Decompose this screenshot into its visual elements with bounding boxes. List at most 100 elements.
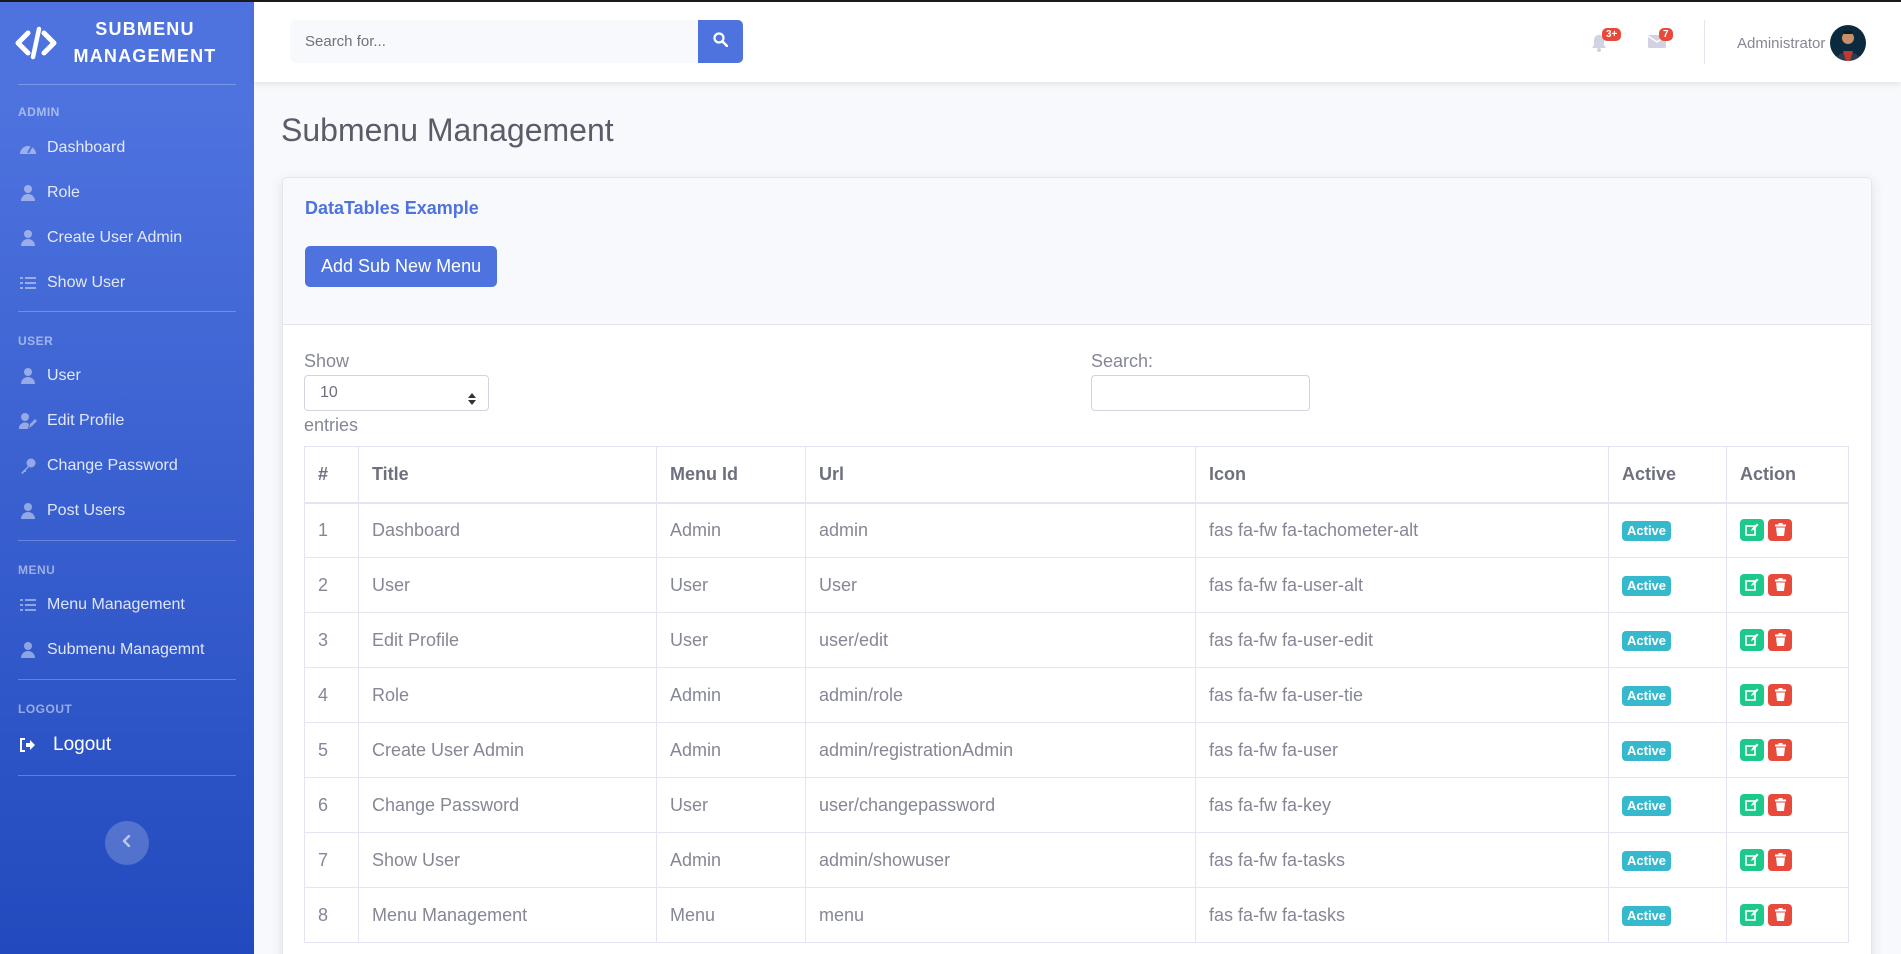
cell-icon-class: fas fa-fw fa-user (1195, 722, 1609, 778)
messages-count-badge: 7 (1659, 28, 1673, 41)
sidebar-divider (18, 84, 236, 85)
user-name[interactable]: Administrator (1737, 35, 1825, 52)
edit-button[interactable] (1740, 794, 1764, 817)
bell-icon (1591, 35, 1607, 56)
column-header-action[interactable]: Action (1726, 446, 1849, 504)
cell-active: Active (1608, 722, 1727, 778)
sidebar-brand[interactable]: SUBMENU MANAGEMENT (0, 2, 254, 84)
table-row: 1 Dashboard Admin admin fas fa-fw fa-tachome… (304, 502, 1849, 558)
cell-action (1726, 777, 1849, 833)
add-submenu-button[interactable]: Add Sub New Menu (305, 246, 498, 287)
sidebar-item-role[interactable]: Role (0, 170, 254, 215)
card-header: DataTables Example Add Sub New Menu (283, 178, 1871, 325)
cell-menu-id: User (656, 557, 806, 613)
column-header-active[interactable]: Active (1608, 446, 1727, 504)
column-header-url[interactable]: Url (805, 446, 1196, 504)
edit-button[interactable] (1740, 684, 1764, 707)
sidebar-item-edit-profile[interactable]: Edit Profile (0, 398, 254, 443)
delete-button[interactable] (1768, 629, 1792, 652)
brand-line-2: MANAGEMENT (73, 46, 217, 66)
sidebar-item-change-password[interactable]: Change Password (0, 443, 254, 488)
cell-url: admin/registrationAdmin (805, 722, 1196, 778)
user-edit-icon (19, 412, 37, 430)
delete-button[interactable] (1768, 794, 1792, 817)
column-header-icon[interactable]: Icon (1195, 446, 1609, 504)
edit-button[interactable] (1740, 574, 1764, 597)
sidebar-item-submenu-management[interactable]: Submenu Managemnt (0, 627, 254, 672)
delete-button[interactable] (1768, 849, 1792, 872)
sidebar-divider (18, 311, 236, 312)
status-badge: Active (1622, 521, 1672, 542)
cell-number: 6 (304, 777, 359, 833)
edit-icon (1745, 575, 1759, 596)
user-icon (19, 641, 37, 659)
column-header-number[interactable]: # (304, 446, 359, 504)
delete-button[interactable] (1768, 684, 1792, 707)
cell-title: Change Password (358, 777, 657, 833)
delete-button[interactable] (1768, 519, 1792, 542)
column-header-menu-id[interactable]: Menu Id (656, 446, 806, 504)
edit-button[interactable] (1740, 519, 1764, 542)
delete-button[interactable] (1768, 574, 1792, 597)
cell-title: Show User (358, 832, 657, 888)
cell-action (1726, 557, 1849, 613)
delete-button[interactable] (1768, 904, 1792, 927)
edit-icon (1745, 850, 1759, 871)
cell-action (1726, 832, 1849, 888)
cell-url: menu (805, 887, 1196, 943)
trash-icon (1774, 795, 1786, 816)
cell-active: Active (1608, 887, 1727, 943)
cell-icon-class: fas fa-fw fa-user-edit (1195, 612, 1609, 668)
edit-icon (1745, 905, 1759, 926)
alerts-dropdown[interactable]: 3+ (1591, 28, 1622, 52)
search-icon (713, 31, 729, 52)
sidebar-item-show-user[interactable]: Show User (0, 260, 254, 305)
cell-action (1726, 502, 1849, 558)
cell-menu-id: Admin (656, 502, 806, 558)
cell-menu-id: User (656, 612, 806, 668)
sidebar-heading-admin: ADMIN (18, 105, 60, 119)
sidebar-item-create-user-admin[interactable]: Create User Admin (0, 215, 254, 260)
cell-action (1726, 722, 1849, 778)
code-icon (14, 21, 58, 65)
key-icon (19, 457, 37, 475)
column-header-title[interactable]: Title (358, 446, 657, 504)
delete-button[interactable] (1768, 739, 1792, 762)
trash-icon (1774, 905, 1786, 926)
sidebar-item-label: Post Users (47, 501, 126, 519)
edit-button[interactable] (1740, 904, 1764, 927)
user-icon (19, 184, 37, 202)
search-button[interactable] (698, 20, 743, 63)
avatar[interactable] (1830, 25, 1866, 61)
cell-url: user/edit (805, 612, 1196, 668)
edit-button[interactable] (1740, 849, 1764, 872)
table-search-input[interactable] (1091, 375, 1310, 411)
cell-menu-id: User (656, 777, 806, 833)
cell-url: admin/role (805, 667, 1196, 723)
sidebar-item-dashboard[interactable]: Dashboard (0, 125, 254, 170)
sidebar-item-label: Logout (53, 733, 112, 755)
submenu-table: # Title Menu Id Url Icon Active Action 1… (304, 446, 1849, 943)
search-input[interactable] (290, 20, 698, 63)
cell-icon-class: fas fa-fw fa-user-alt (1195, 557, 1609, 613)
edit-icon (1745, 740, 1759, 761)
cell-title: Menu Management (358, 887, 657, 943)
sidebar-item-label: Dashboard (47, 138, 126, 156)
cell-number: 7 (304, 832, 359, 888)
cell-menu-id: Admin (656, 722, 806, 778)
page-length-select[interactable]: 10 (304, 375, 489, 411)
sidebar-item-logout[interactable]: Logout (0, 722, 254, 767)
table-search-label: Search: (1091, 351, 1154, 371)
alerts-count-badge: 3+ (1602, 28, 1622, 41)
sidebar-item-menu-management[interactable]: Menu Management (0, 582, 254, 627)
edit-button[interactable] (1740, 629, 1764, 652)
messages-dropdown[interactable]: 7 (1647, 28, 1673, 52)
edit-button[interactable] (1740, 739, 1764, 762)
sidebar-toggle-button[interactable] (105, 821, 149, 865)
cell-active: Active (1608, 832, 1727, 888)
cell-icon-class: fas fa-fw fa-tasks (1195, 887, 1609, 943)
edit-icon (1745, 795, 1759, 816)
user-icon (19, 229, 37, 247)
sidebar-item-post-users[interactable]: Post Users (0, 488, 254, 533)
sidebar-item-user[interactable]: User (0, 353, 254, 398)
